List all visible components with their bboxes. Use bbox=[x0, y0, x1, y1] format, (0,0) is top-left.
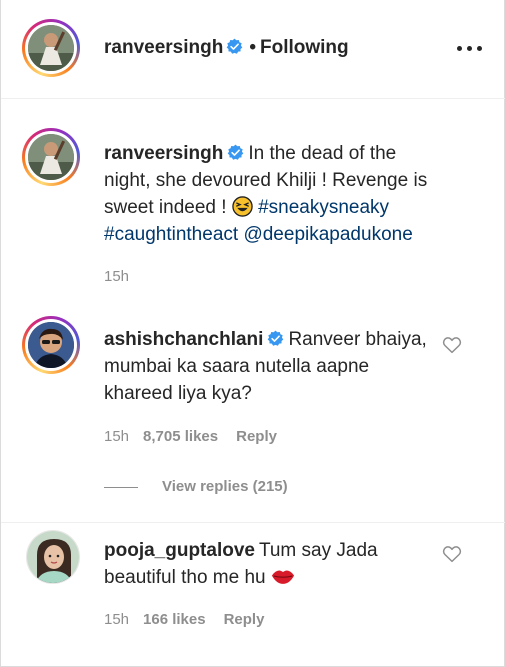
verified-icon bbox=[268, 330, 284, 346]
post-comments-panel: ranveersingh • Following ranveersingh In th… bbox=[0, 0, 505, 667]
lips-icon bbox=[271, 570, 294, 584]
like-heart-icon[interactable] bbox=[442, 336, 462, 354]
comment-meta: 15h 8,705 likes Reply bbox=[104, 428, 277, 445]
likes-count[interactable]: 166 likes bbox=[143, 611, 206, 628]
username-link[interactable]: pooja_guptalove bbox=[104, 540, 255, 561]
reply-button[interactable]: Reply bbox=[236, 428, 277, 445]
more-options-icon[interactable] bbox=[457, 46, 483, 52]
timestamp[interactable]: 15h bbox=[104, 268, 129, 285]
username-link[interactable]: ranveersingh bbox=[104, 37, 223, 58]
hashtag-link[interactable]: #caughtintheact bbox=[104, 224, 238, 245]
username-link[interactable]: ranveersingh bbox=[104, 143, 223, 164]
likes-count[interactable]: 8,705 likes bbox=[143, 428, 218, 445]
comment-text: pooja_guptalove Tum say Jada beautiful th… bbox=[104, 537, 434, 591]
laughing-face-icon bbox=[232, 196, 253, 217]
mention-link[interactable]: @deepikapadukone bbox=[243, 224, 412, 245]
header-user: ranveersingh • Following bbox=[104, 37, 349, 59]
comment-meta: 15h 166 likes Reply bbox=[104, 611, 264, 628]
avatar[interactable] bbox=[22, 19, 80, 77]
comment-text: ashishchanchlani Ranveer bhaiya, mumbai k… bbox=[104, 326, 434, 407]
like-heart-icon[interactable] bbox=[442, 545, 462, 563]
caption-text: ranveersingh In the dead of the night, sh… bbox=[104, 140, 434, 248]
post-header: ranveersingh • Following bbox=[1, 0, 505, 99]
username-link[interactable]: ashishchanchlani bbox=[104, 329, 263, 350]
divider bbox=[1, 522, 505, 523]
timestamp[interactable]: 15h bbox=[104, 428, 129, 445]
verified-icon bbox=[227, 38, 243, 54]
avatar[interactable] bbox=[22, 128, 80, 186]
view-replies-label[interactable]: View replies (215) bbox=[162, 478, 288, 495]
hashtag-link[interactable]: #sneakysneaky bbox=[258, 197, 389, 218]
avatar[interactable] bbox=[22, 316, 80, 374]
avatar[interactable] bbox=[26, 530, 80, 584]
following-button[interactable]: Following bbox=[260, 37, 349, 58]
reply-button[interactable]: Reply bbox=[224, 611, 265, 628]
caption-meta: 15h bbox=[104, 268, 143, 285]
view-replies-button[interactable]: View replies (215) bbox=[104, 478, 288, 495]
timestamp[interactable]: 15h bbox=[104, 611, 129, 628]
separator-dot: • bbox=[249, 37, 256, 58]
verified-icon bbox=[228, 144, 244, 160]
replies-divider bbox=[104, 486, 138, 488]
